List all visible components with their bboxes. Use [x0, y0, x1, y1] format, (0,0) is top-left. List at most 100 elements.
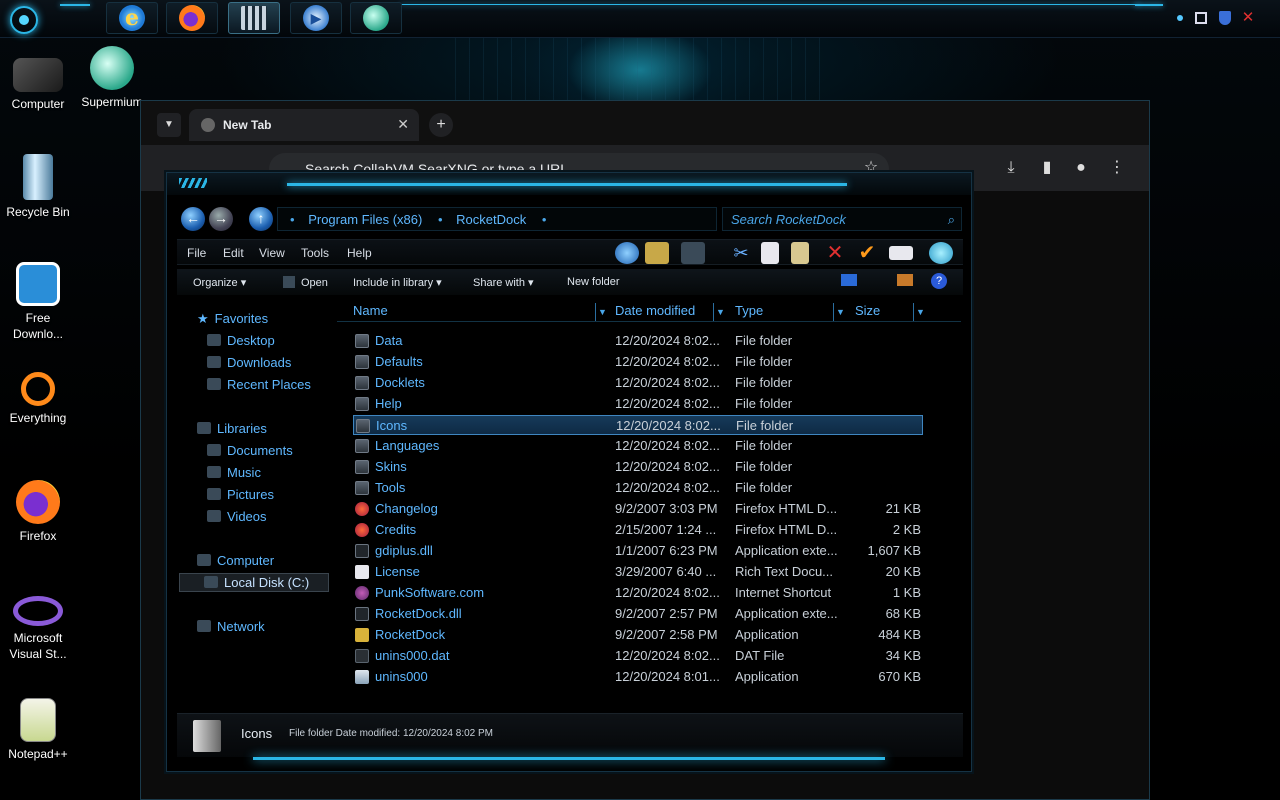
download-icon[interactable]: ⤓ [1001, 158, 1021, 178]
menu-help[interactable]: Help [347, 246, 372, 260]
nav-videos[interactable]: Videos [207, 509, 267, 524]
file-row[interactable]: Data 12/20/2024 8:02... File folder [353, 331, 923, 351]
nav-music[interactable]: Music [207, 465, 261, 480]
nav-libraries[interactable]: Libraries [197, 421, 267, 436]
start-button[interactable] [10, 6, 38, 34]
shield-icon[interactable] [1217, 10, 1233, 26]
taskbar-app-firefox[interactable] [166, 2, 218, 34]
share-with-button[interactable]: Share with ▾ [473, 276, 534, 289]
preview-pane-icon[interactable] [897, 274, 913, 286]
folder-view-icon[interactable] [645, 242, 669, 264]
copy-icon[interactable] [761, 242, 779, 264]
cut-icon[interactable]: ✂ [729, 242, 753, 264]
view-options-icon[interactable] [841, 274, 857, 286]
menu-edit[interactable]: Edit [223, 246, 244, 260]
desktop-icon-firefox[interactable]: Firefox [0, 480, 76, 544]
up-button[interactable]: ↑ [249, 207, 273, 231]
desktop-icon-recycle-bin[interactable]: Recycle Bin [0, 154, 76, 220]
desktop-icon-supermium[interactable]: Supermium [74, 46, 150, 110]
column-dropdown-icon[interactable]: ▼ [713, 303, 727, 321]
file-row[interactable]: Docklets 12/20/2024 8:02... File folder [353, 373, 923, 393]
tab-new-tab[interactable]: New Tab ✕ [189, 109, 419, 141]
desktop-icon-label: Microsoft Visual St... [9, 631, 67, 661]
file-row[interactable]: Skins 12/20/2024 8:02... File folder [353, 457, 923, 477]
menu-tools[interactable]: Tools [301, 246, 329, 260]
desktop-icon-visual-studio[interactable]: Microsoft Visual St... [0, 596, 76, 662]
nav-local-disk[interactable]: Local Disk (C:) [179, 573, 329, 592]
file-row[interactable]: Help 12/20/2024 8:02... File folder [353, 394, 923, 414]
file-row[interactable]: Defaults 12/20/2024 8:02... File folder [353, 352, 923, 372]
nav-desktop[interactable]: Desktop [207, 333, 275, 348]
file-row[interactable]: Icons 12/20/2024 8:02... File folder [353, 415, 923, 435]
taskbar-app-supermium[interactable] [350, 2, 402, 34]
search-input[interactable]: Search RocketDock ⌕ [722, 207, 962, 231]
tab-search-button[interactable]: ▼ [157, 113, 181, 137]
column-header-size[interactable]: Size [855, 303, 880, 321]
file-date: 9/2/2007 2:58 PM [615, 627, 718, 642]
profile-icon[interactable]: ● [1071, 158, 1091, 178]
file-row[interactable]: Languages 12/20/2024 8:02... File folder [353, 436, 923, 456]
desktop-icon-notepadpp[interactable]: Notepad++ [0, 698, 76, 762]
taskbar-app-explorer[interactable] [228, 2, 280, 34]
open-button[interactable]: Open [283, 276, 328, 289]
forward-button[interactable]: → [209, 207, 233, 231]
file-row[interactable]: unins000.dat 12/20/2024 8:02... DAT File 34… [353, 646, 923, 666]
file-row[interactable]: Changelog 9/2/2007 3:03 PM Firefox HTML D.… [353, 499, 923, 519]
up-arrow-icon[interactable] [615, 242, 639, 264]
paste-icon[interactable] [791, 242, 809, 264]
explorer-titlebar[interactable] [167, 173, 971, 195]
include-in-library-button[interactable]: Include in library ▾ [353, 276, 442, 289]
breadcrumb[interactable]: • Program Files (x86) • RocketDock • [277, 207, 717, 231]
file-row[interactable]: PunkSoftware.com 12/20/2024 8:02... Intern… [353, 583, 923, 603]
browser-tabstrip: ▼ New Tab ✕ + [141, 101, 1149, 145]
search-placeholder: Search RocketDock [731, 212, 846, 227]
column-dropdown-icon[interactable]: ▼ [833, 303, 847, 321]
desktop-icon-free-download[interactable]: Free Downlo... [0, 262, 76, 342]
column-header-type[interactable]: Type [735, 303, 763, 321]
desktop-icon-everything[interactable]: Everything [0, 372, 76, 426]
column-header-date[interactable]: Date modified [615, 303, 695, 321]
file-row[interactable]: RocketDock 9/2/2007 2:58 PM Application 484… [353, 625, 923, 645]
more-menu-icon[interactable]: ⋮ [1107, 158, 1127, 178]
nav-favorites[interactable]: ★ Favorites [197, 311, 268, 327]
organize-button[interactable]: Organize ▾ [193, 276, 246, 289]
close-red-icon[interactable]: ✕ [1240, 10, 1256, 26]
globe-icon[interactable] [929, 242, 953, 264]
nav-computer[interactable]: Computer [197, 553, 274, 568]
desktop-icon-computer[interactable]: Computer [0, 52, 76, 112]
tray-dot-icon[interactable] [1172, 10, 1188, 26]
nav-documents[interactable]: Documents [207, 443, 293, 458]
nav-recent-places[interactable]: Recent Places [207, 377, 311, 392]
nav-pictures[interactable]: Pictures [207, 487, 274, 502]
delete-icon[interactable]: ✕ [823, 242, 847, 264]
new-tab-button[interactable]: + [429, 113, 453, 137]
taskbar-app-media[interactable]: ▶ [290, 2, 342, 34]
file-row[interactable]: License 3/29/2007 6:40 ... Rich Text Docu.… [353, 562, 923, 582]
music-icon [207, 466, 221, 478]
file-row[interactable]: unins000 12/20/2024 8:01... Application 670… [353, 667, 923, 687]
side-panel-icon[interactable]: ▮ [1037, 158, 1057, 178]
checkmark-icon[interactable]: ✔ [855, 242, 879, 264]
menu-view[interactable]: View [259, 246, 285, 260]
map-drive-icon[interactable] [681, 242, 705, 264]
file-row[interactable]: Credits 2/15/2007 1:24 ... Firefox HTML D.… [353, 520, 923, 540]
new-folder-button[interactable]: New folder [567, 276, 620, 288]
column-header-name[interactable]: Name [353, 303, 388, 321]
doc-file-icon [355, 565, 369, 579]
breadcrumb-item-rocketdock[interactable]: RocketDock [456, 212, 526, 227]
file-row[interactable]: Tools 12/20/2024 8:02... File folder [353, 478, 923, 498]
nav-downloads[interactable]: Downloads [207, 355, 291, 370]
email-icon[interactable] [889, 246, 913, 260]
column-dropdown-icon[interactable]: ▼ [595, 303, 609, 321]
back-button[interactable]: ← [181, 207, 205, 231]
taskbar-app-ie[interactable]: e [106, 2, 158, 34]
tab-close-button[interactable]: ✕ [397, 116, 409, 133]
file-row[interactable]: gdiplus.dll 1/1/2007 6:23 PM Application e… [353, 541, 923, 561]
network-icon[interactable] [1193, 10, 1209, 26]
file-row[interactable]: RocketDock.dll 9/2/2007 2:57 PM Applicatio… [353, 604, 923, 624]
menu-file[interactable]: File [187, 246, 206, 260]
nav-network[interactable]: Network [197, 619, 265, 634]
breadcrumb-item-program-files[interactable]: Program Files (x86) [308, 212, 422, 227]
help-icon[interactable]: ? [931, 273, 947, 289]
column-dropdown-icon[interactable]: ▼ [913, 303, 927, 321]
